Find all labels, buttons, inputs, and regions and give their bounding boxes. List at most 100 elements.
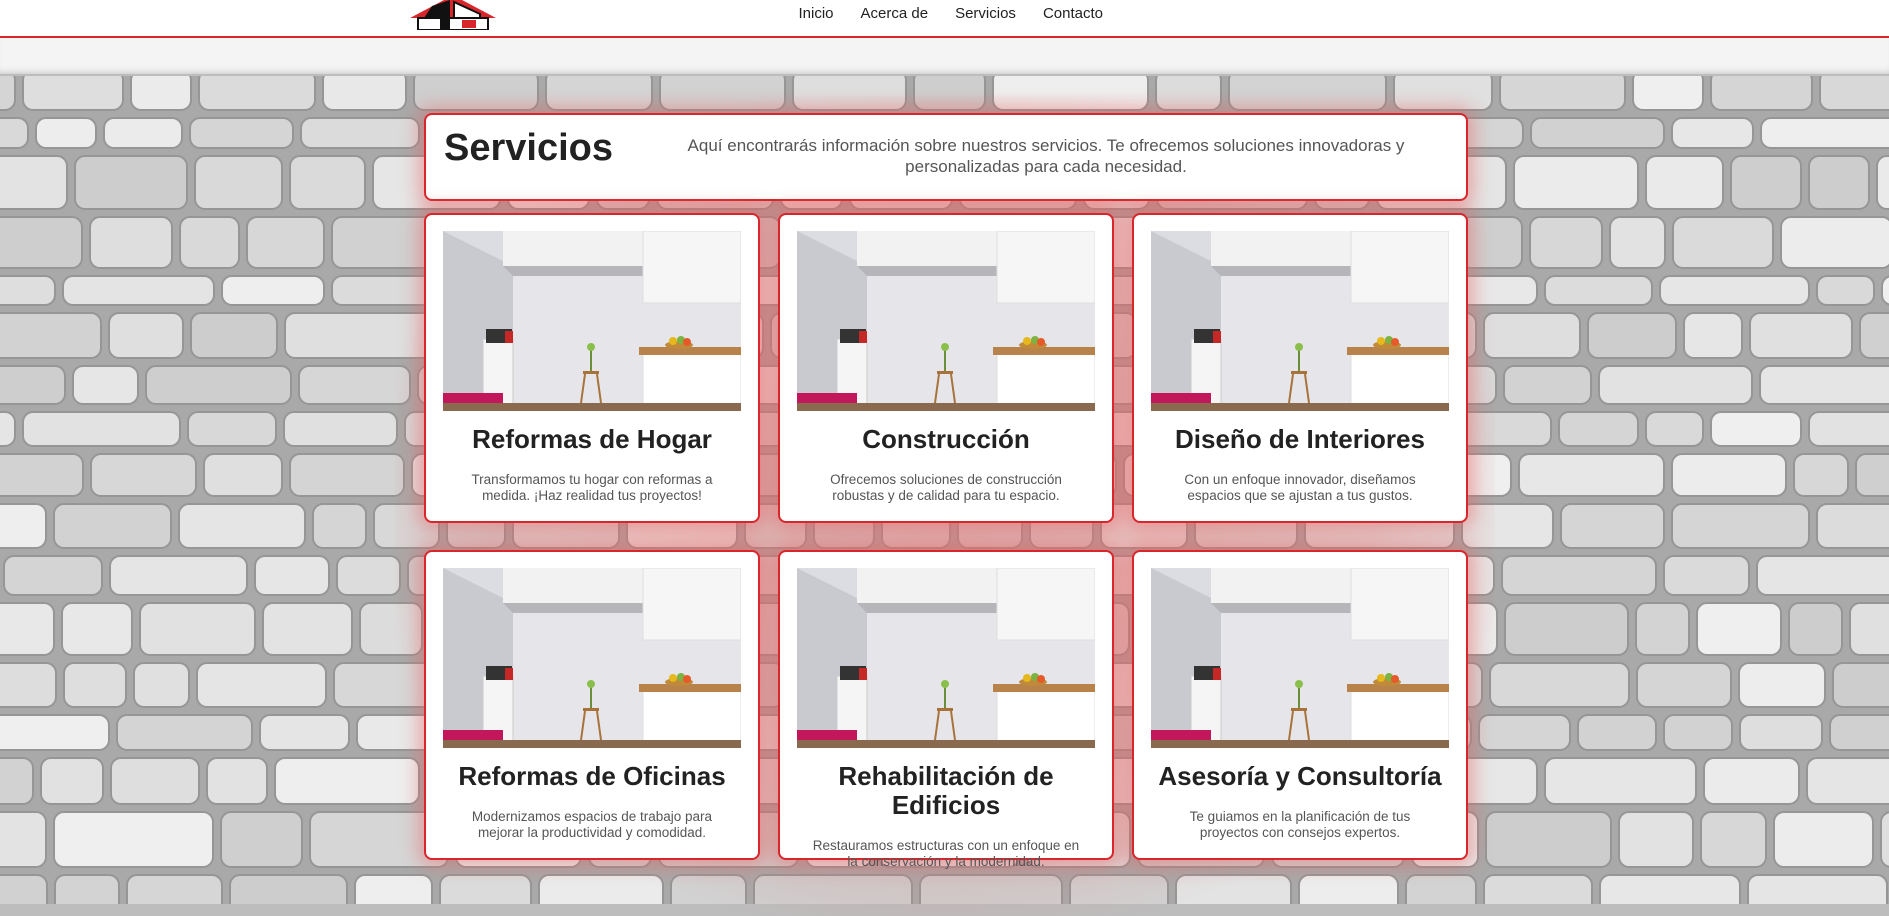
wall-stone: [289, 453, 405, 497]
wall-stone: [72, 365, 139, 405]
wall-stone: [90, 453, 197, 497]
wall-stone: [74, 155, 188, 210]
wall-stone: [3, 555, 103, 596]
wall-stone: [1228, 76, 1387, 111]
service-card-reformas-de-hogar[interactable]: Reformas de Hogar Transformamos tu hogar …: [424, 213, 760, 523]
service-title: Diseño de Interiores: [1175, 424, 1425, 454]
service-card-asesoria-y-consultoria[interactable]: Asesoría y Consultoría Te guiamos en la p…: [1132, 550, 1468, 860]
house-logo-icon[interactable]: [410, 0, 496, 30]
wall-stone: [1518, 453, 1665, 497]
service-card-reformas-de-oficinas[interactable]: Reformas de Oficinas Modernizamos espacio…: [424, 550, 760, 860]
wall-stone: [198, 76, 316, 111]
wall-stone: [283, 411, 398, 447]
wall-stone: [189, 117, 294, 149]
service-photo: [443, 568, 741, 748]
service-photo: [1151, 568, 1449, 748]
wall-stone: [359, 602, 423, 656]
nav-item-contacto[interactable]: Contacto: [1029, 0, 1116, 30]
wall-stone: [1544, 757, 1697, 805]
wall-stone: [274, 757, 420, 805]
service-title: Construcción: [862, 424, 1030, 454]
service-photo: [797, 568, 1095, 748]
wall-stone: [1703, 757, 1800, 805]
wall-stone: [1587, 312, 1677, 359]
wall-stone: [0, 76, 16, 111]
wall-stone: [0, 757, 34, 805]
service-description: Restauramos estructuras con un enfoque e…: [812, 838, 1080, 869]
wall-stone: [992, 76, 1149, 111]
service-title: Asesoría y Consultoría: [1158, 761, 1442, 791]
service-title: Reformas de Hogar: [472, 424, 712, 454]
wall-stone: [0, 503, 47, 549]
wall-stone: [1618, 811, 1694, 868]
wall-stone: [179, 216, 240, 269]
wall-stone: [1671, 453, 1787, 497]
wall-stone: [22, 411, 181, 447]
wall-stone: [1859, 312, 1889, 359]
wall-stone: [1747, 874, 1888, 904]
wall-stone: [1483, 312, 1581, 359]
wall-stone: [1659, 275, 1810, 306]
wall-stone: [354, 874, 433, 904]
service-description: Transformamos tu hogar con reformas a me…: [471, 472, 713, 503]
wall-stone: [61, 602, 133, 656]
wall-stone: [1808, 155, 1870, 210]
wall-stone: [336, 555, 401, 596]
wall-stone: [284, 312, 443, 359]
wall-stone: [1671, 503, 1810, 549]
wall-stone: [0, 275, 56, 306]
wall-stone: [1710, 411, 1802, 447]
wall-stone: [1175, 874, 1292, 904]
service-photo: [443, 231, 741, 411]
service-card-construccion[interactable]: Construcción Ofrecemos soluciones de cons…: [778, 213, 1114, 523]
service-photo: [1151, 231, 1449, 411]
wall-stone: [0, 312, 102, 359]
wall-stone: [194, 155, 283, 210]
wall-stone: [110, 757, 200, 805]
wall-stone: [0, 714, 110, 751]
wall-stone: [1663, 714, 1733, 751]
wall-stone: [54, 874, 120, 904]
wall-stone: [1155, 76, 1222, 111]
nav-item-servicios[interactable]: Servicios: [942, 0, 1030, 30]
wall-stone: [1632, 76, 1704, 111]
wall-stone: [1298, 874, 1399, 904]
service-card-diseno-de-interiores[interactable]: Diseño de Interiores Con un enfoque innov…: [1132, 213, 1468, 523]
wall-stone: [0, 662, 57, 708]
wall-stone: [190, 312, 278, 359]
wall-stone: [1489, 662, 1630, 708]
wall-stone: [1876, 155, 1889, 210]
wall-stone: [221, 275, 325, 306]
wall-stone: [1683, 312, 1743, 359]
top-navigation-bar: Inicio Acerca de Servicios Contacto: [0, 0, 1889, 38]
wall-stone: [259, 714, 350, 751]
wall-stone: [753, 874, 913, 904]
wall-stone: [1530, 117, 1665, 149]
nav-item-acerca-de[interactable]: Acerca de: [847, 0, 942, 30]
service-card-rehabilitacion-de-edificios[interactable]: Rehabilitación de Edificios Restauramos e…: [778, 550, 1114, 869]
service-description: Ofrecemos soluciones de construcción rob…: [830, 472, 1062, 503]
wall-stone: [1749, 312, 1853, 359]
wall-stone: [220, 811, 303, 868]
header-band: [0, 38, 1889, 74]
wall-stone: [1849, 602, 1889, 656]
service-photo: [797, 231, 1095, 411]
wall-stone: [1759, 365, 1889, 405]
service-title: Rehabilitación de Edificios: [838, 761, 1054, 820]
wall-stone: [1598, 365, 1753, 405]
wall-stone: [1499, 76, 1626, 111]
page-description: Aquí encontrarás información sobre nuest…: [687, 136, 1405, 176]
wall-stone: [1819, 76, 1889, 111]
wall-stone: [1635, 602, 1690, 656]
wall-stone: [1696, 602, 1782, 656]
wall-stone: [1478, 714, 1571, 751]
nav-item-inicio[interactable]: Inicio: [785, 0, 847, 30]
wall-stone: [103, 117, 183, 149]
wall-stone: [913, 76, 986, 111]
wall-stone: [1773, 811, 1874, 868]
wall-stone: [1756, 555, 1889, 596]
wall-stone: [1609, 216, 1666, 269]
wall-stone: [1483, 874, 1593, 904]
wall-stone: [1645, 411, 1704, 447]
wall-stone: [1529, 216, 1603, 269]
